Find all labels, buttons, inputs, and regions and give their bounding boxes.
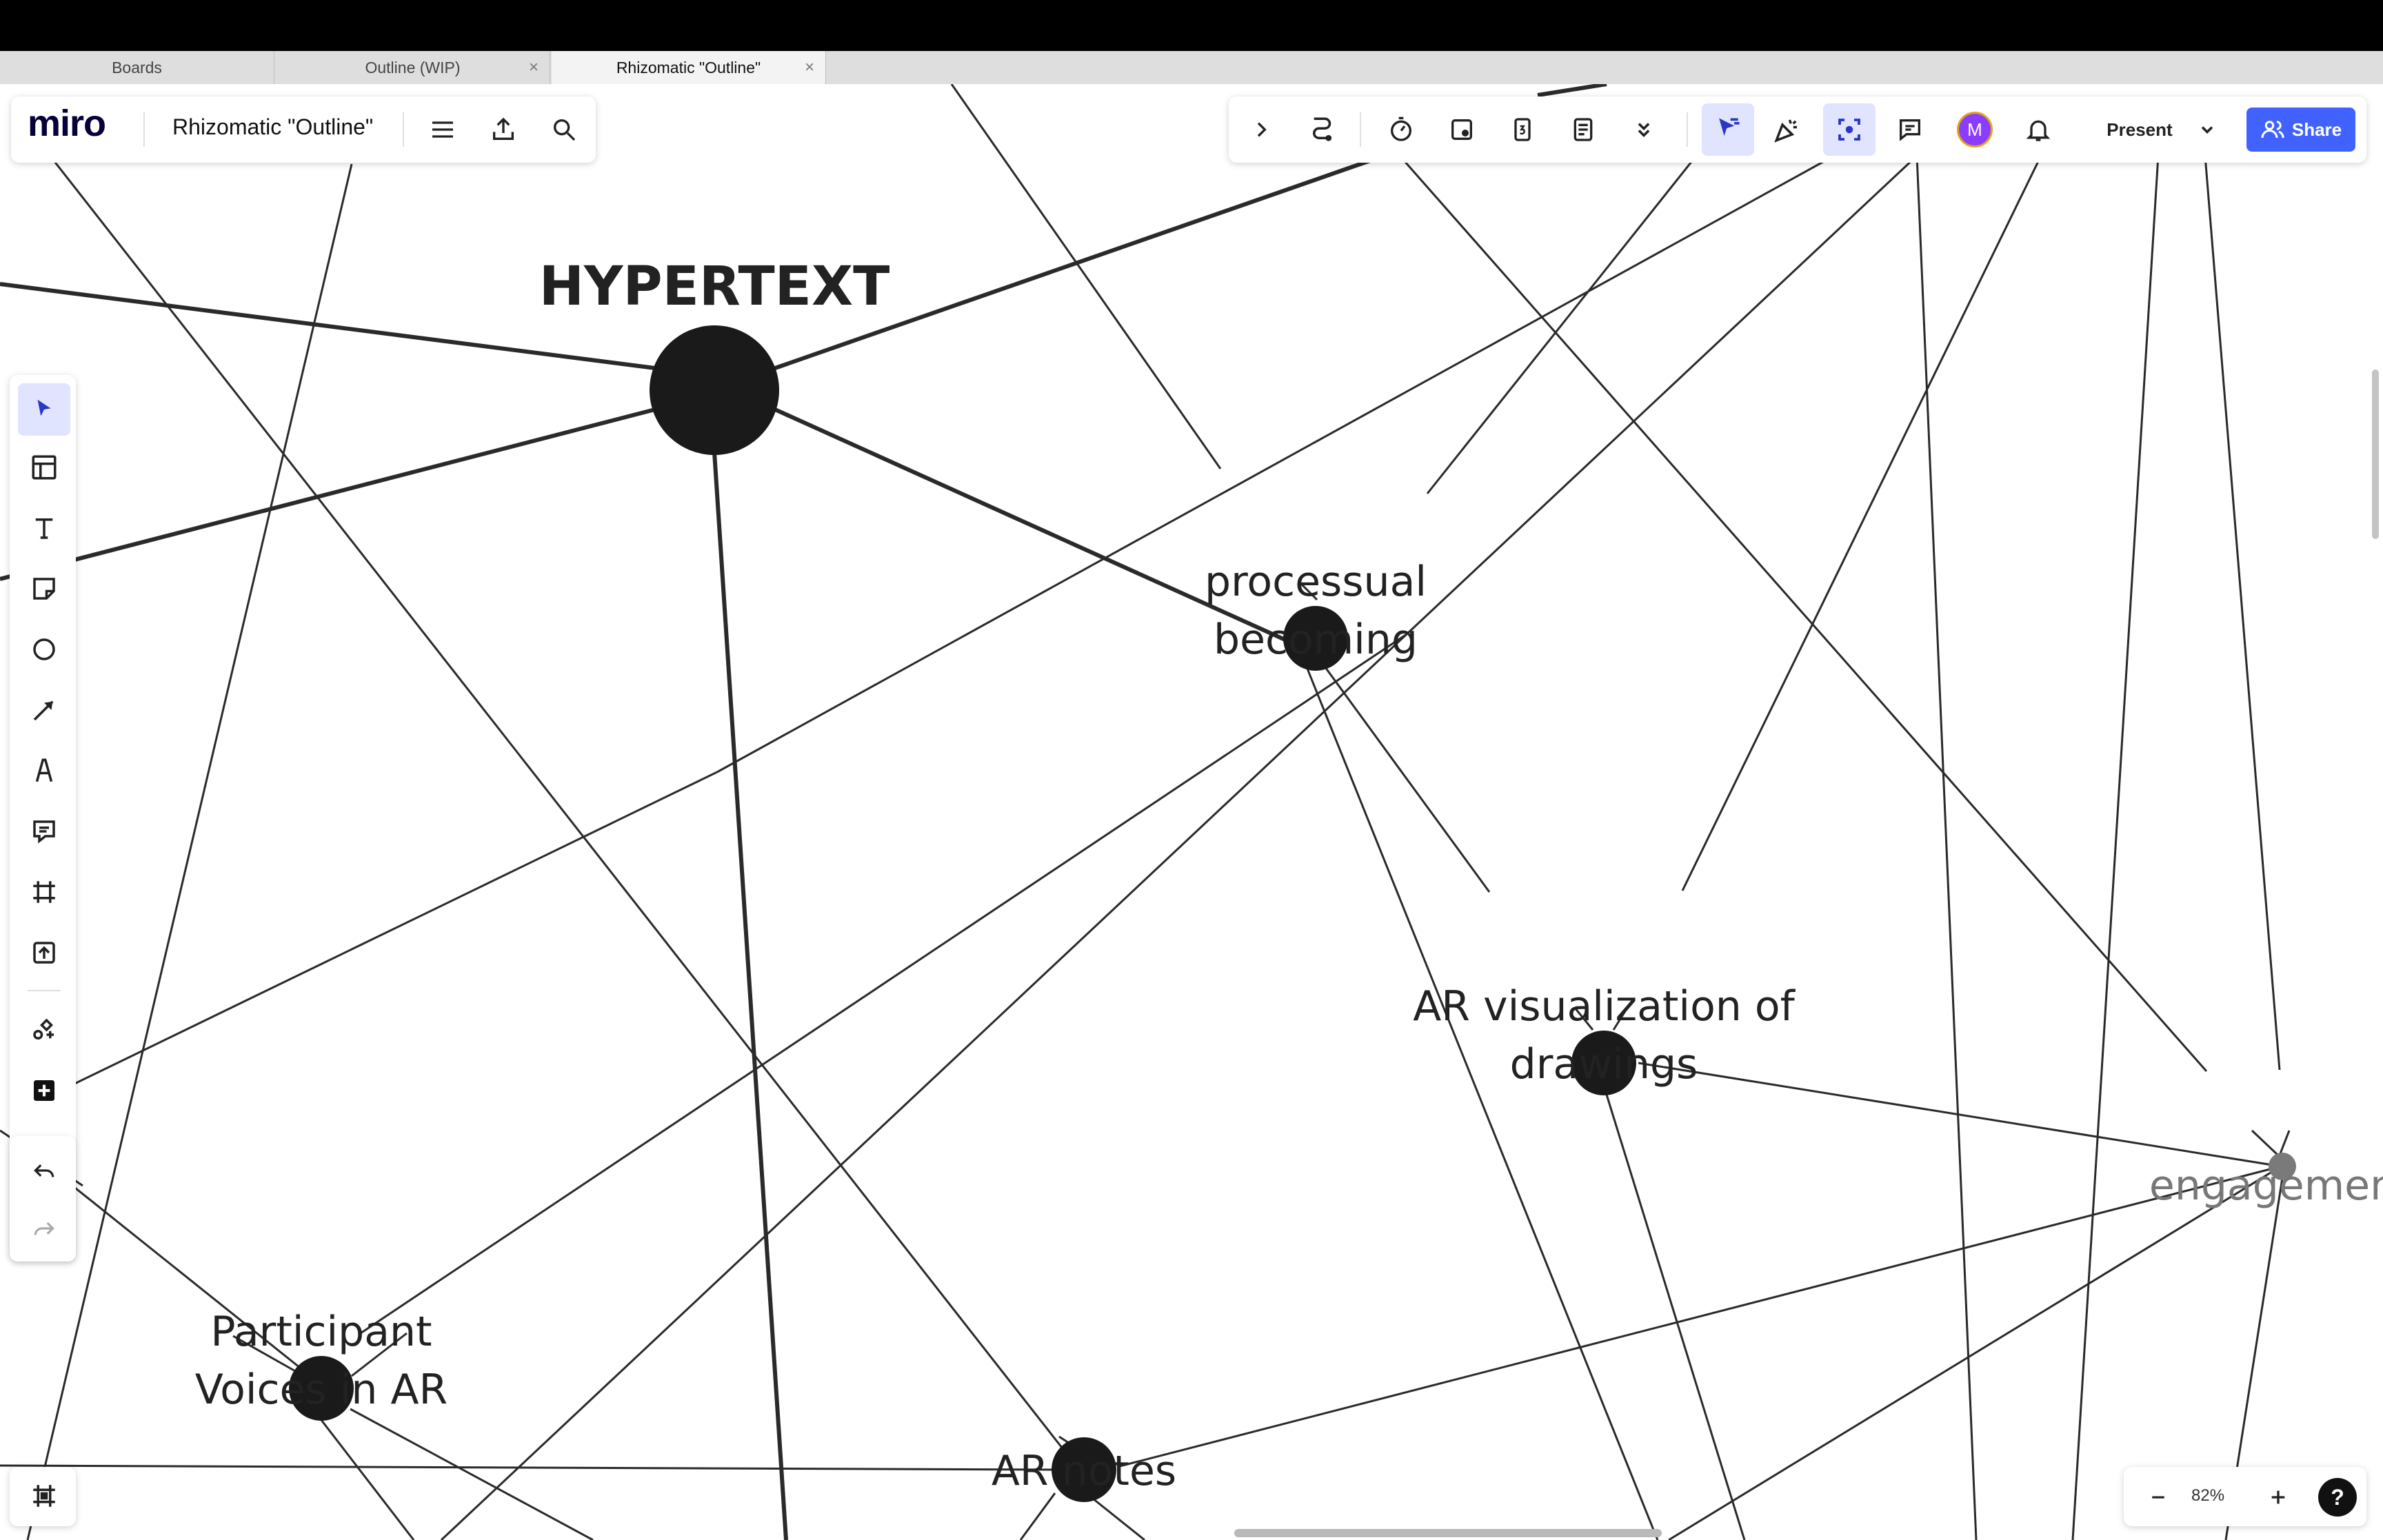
connector-line — [712, 452, 788, 1540]
chevron-right-icon[interactable] — [1244, 110, 1278, 149]
help-button[interactable]: ? — [2318, 1478, 2357, 1517]
connector-line — [0, 407, 656, 581]
divider — [403, 112, 404, 147]
browser-tab-outline-wip[interactable]: Outline (WIP) × — [276, 51, 550, 84]
miro-logo[interactable]: miro — [28, 102, 106, 145]
connector-line — [1089, 1495, 1145, 1540]
cursor-icon — [1719, 118, 1740, 136]
undo-icon[interactable] — [18, 1144, 70, 1197]
present-button[interactable]: Present — [2088, 108, 2191, 152]
zoom-level[interactable]: 82% — [2191, 1486, 2224, 1506]
frames-list-icon[interactable] — [18, 1470, 70, 1522]
connector-line — [1405, 154, 1918, 636]
browser-tab-strip: Boards Outline (WIP) × Rhizomatic "Outlin… — [0, 51, 2383, 85]
close-icon[interactable]: × — [805, 58, 814, 77]
connector-line — [350, 1408, 594, 1540]
divider — [1360, 112, 1361, 147]
share-button[interactable]: Share — [2246, 108, 2355, 152]
comments-icon[interactable] — [1891, 110, 1929, 149]
divider — [1687, 112, 1688, 147]
connector-line — [40, 144, 1063, 1448]
horizontal-scrollbar[interactable] — [1234, 1529, 1662, 1537]
divider — [28, 990, 61, 991]
focus-icon — [1838, 119, 1860, 141]
add-more-icon[interactable] — [18, 1064, 70, 1117]
pen-icon[interactable] — [18, 744, 70, 797]
browser-top-bar — [0, 0, 2383, 51]
avatar[interactable]: M — [1957, 112, 1993, 148]
card-number-icon[interactable] — [1503, 110, 1542, 149]
connector-line — [1019, 1492, 1056, 1540]
connector-line — [0, 1464, 1053, 1471]
pointer-icon — [37, 399, 51, 416]
templates-icon[interactable] — [18, 441, 70, 494]
connector-line — [1324, 667, 1491, 893]
redo-icon[interactable] — [18, 1202, 70, 1255]
double-chevron-down-icon[interactable] — [1625, 110, 1663, 149]
flow-icon[interactable] — [1303, 110, 1342, 149]
upload-icon[interactable] — [18, 926, 70, 979]
sticky-note-icon[interactable] — [18, 563, 70, 615]
frame-icon[interactable] — [18, 866, 70, 918]
vertical-scrollbar[interactable] — [2372, 369, 2379, 539]
connector-line — [1426, 155, 1698, 494]
share-label: Share — [2291, 119, 2342, 140]
reactions-icon[interactable] — [1768, 110, 1807, 149]
bell-icon[interactable] — [2019, 110, 2058, 149]
zoom-in-icon[interactable] — [2259, 1478, 2297, 1517]
notes-icon[interactable] — [1564, 110, 1602, 149]
sticky-vote-icon[interactable] — [1442, 110, 1481, 149]
divider — [143, 112, 145, 147]
timer-icon[interactable] — [1382, 110, 1420, 149]
chevron-down-icon[interactable] — [2190, 110, 2224, 149]
search-icon[interactable] — [546, 110, 582, 149]
node-label-engagement[interactable]: engagemen — [2149, 1157, 2383, 1215]
tab-label: Rhizomatic "Outline" — [616, 58, 761, 77]
arrow-line-icon[interactable] — [18, 684, 70, 736]
export-icon[interactable] — [485, 110, 521, 149]
connector-line — [1916, 155, 1978, 1540]
connector-line — [1306, 668, 1659, 1540]
node-label-hypertext[interactable]: HYPERTEXT — [539, 258, 890, 316]
connector-line — [2071, 155, 2160, 1540]
node-label-ar-notes[interactable]: AR notes — [992, 1442, 1176, 1500]
focus-view-button[interactable] — [1823, 103, 1876, 156]
board-title[interactable]: Rhizomatic "Outline" — [172, 114, 373, 140]
tab-label: Boards — [112, 58, 162, 77]
node-label-participant-voices[interactable]: Participant Voices in AR — [195, 1303, 448, 1419]
connector-line — [950, 84, 1222, 469]
apps-icon[interactable] — [18, 1004, 70, 1056]
select-tool[interactable] — [18, 383, 70, 436]
connector-line — [1537, 84, 1607, 97]
node-label-processual-becoming[interactable]: processual becoming — [1205, 553, 1427, 669]
connector-line — [1605, 1094, 1746, 1540]
menu-icon[interactable] — [425, 110, 461, 149]
browser-tab-boards[interactable]: Boards — [0, 51, 274, 84]
connector-line — [2204, 155, 2281, 1071]
comment-icon[interactable] — [18, 805, 70, 858]
close-icon[interactable]: × — [529, 58, 539, 77]
connector-line — [1681, 155, 2042, 891]
connector-line — [1116, 1166, 2276, 1468]
connector-line — [716, 154, 1835, 773]
connector-line — [20, 771, 718, 1111]
board-canvas[interactable]: HYPERTEXT processual becoming AR visuali… — [0, 84, 2383, 1540]
connector-line — [320, 1419, 415, 1540]
node-dot-hypertext — [650, 325, 779, 455]
connector-line — [2278, 1130, 2291, 1156]
connector-line — [358, 633, 1407, 1336]
shape-circle-icon[interactable] — [18, 623, 70, 676]
tab-label: Outline (WIP) — [365, 58, 461, 77]
users-icon — [2261, 121, 2284, 139]
connector-line — [1398, 155, 2208, 1072]
text-tool-icon[interactable] — [18, 502, 70, 554]
node-label-ar-visualization[interactable]: AR visualization of drawings — [1413, 977, 1794, 1093]
connector-line — [2251, 1129, 2280, 1157]
connector-line — [440, 633, 1408, 1540]
zoom-out-icon[interactable] — [2139, 1478, 2178, 1517]
browser-tab-rhizomatic-outline[interactable]: Rhizomatic "Outline" × — [552, 51, 826, 84]
collaborator-cursors-button[interactable] — [1702, 103, 1754, 156]
